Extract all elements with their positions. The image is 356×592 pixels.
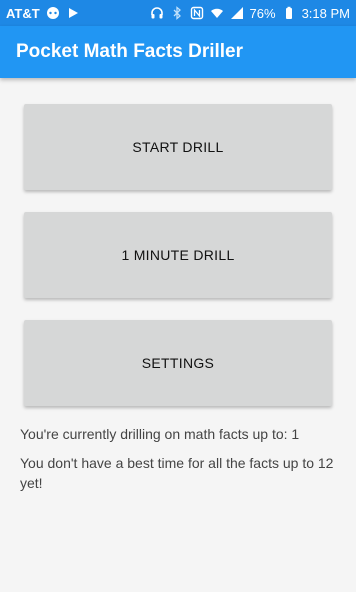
best-time-status-text: You don't have a best time for all the f… xyxy=(20,455,334,491)
app-bar: Pocket Math Facts Driller xyxy=(0,26,356,78)
nfc-icon xyxy=(190,6,204,20)
app-title: Pocket Math Facts Driller xyxy=(16,41,244,62)
signal-icon xyxy=(230,6,244,20)
play-icon xyxy=(66,6,80,20)
one-minute-drill-button[interactable]: 1 MINUTE DRILL xyxy=(24,212,332,298)
carrier-label: AT&T xyxy=(6,5,40,21)
status-bar: AT&T 76% 3:18 PM xyxy=(0,0,356,26)
headphones-icon xyxy=(150,6,164,20)
settings-button[interactable]: SETTINGS xyxy=(24,320,332,406)
battery-icon xyxy=(282,6,296,20)
drilling-status-text: You're currently drilling on math facts … xyxy=(20,426,300,442)
message-icon xyxy=(46,6,60,20)
start-drill-button[interactable]: START DRILL xyxy=(24,104,332,190)
status-right: 76% 3:18 PM xyxy=(150,6,350,21)
status-left: AT&T xyxy=(6,6,80,21)
battery-percent: 76% xyxy=(249,5,276,21)
bluetooth-icon xyxy=(170,6,184,20)
wifi-icon xyxy=(210,6,224,20)
status-time: 3:18 PM xyxy=(301,5,350,21)
